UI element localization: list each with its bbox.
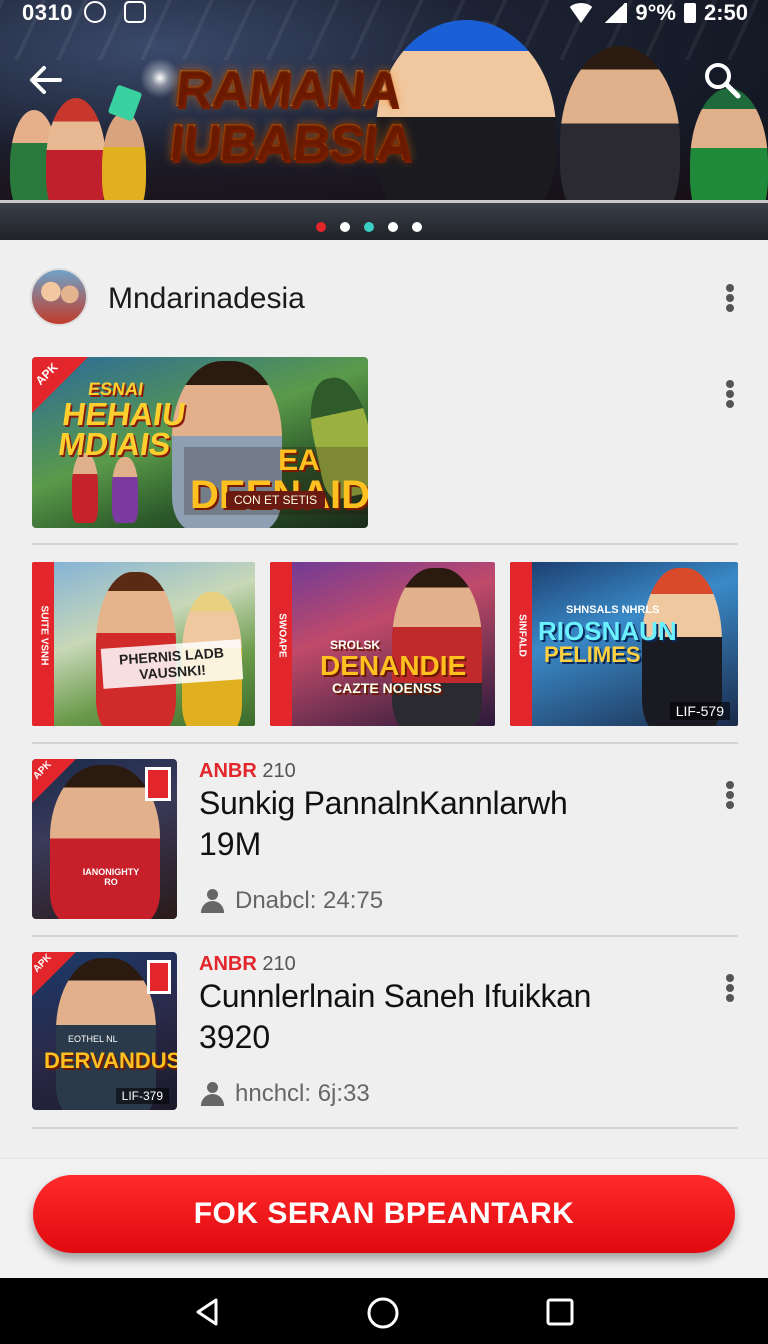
clock: 2:50 [703, 0, 748, 25]
featured-thumbnail[interactable]: APK ESNAI HEHAIU MDIAIS EA DEENAIDIS CON… [32, 357, 368, 528]
more-vert-icon [726, 380, 734, 388]
banner-title: RAMANA IUBABSIA [166, 60, 421, 172]
divider [32, 742, 738, 744]
thumbnail-caption: DERVANDUS [44, 1048, 177, 1073]
nav-back-button[interactable] [192, 1296, 224, 1328]
battery-icon [683, 3, 696, 23]
carousel-card[interactable]: SWOAPE SROLSK DENANDIE CAZTE NOENSS [270, 562, 495, 726]
video-sub-text: hnchcl: 6j:33 [235, 1080, 370, 1107]
carousel-card[interactable]: SUITE VSNH PHERNIS LADB VAUSNKI! [32, 562, 255, 726]
app-notification-icon [124, 1, 147, 23]
page-dot[interactable] [412, 222, 422, 232]
page-dot[interactable] [316, 222, 326, 232]
thumbnail-caption: IANONIGHTY RO [82, 867, 140, 887]
card-stripe-text: SWOAPE [276, 613, 288, 658]
signal-icon [603, 3, 628, 23]
card-subtitle: SHNSALS NHRLS [566, 604, 660, 616]
channel-more-button[interactable] [718, 278, 742, 318]
status-left: 0310 [22, 0, 147, 26]
video-count: 19M [199, 826, 262, 862]
nav-home-button[interactable] [366, 1296, 399, 1329]
video-title[interactable]: Sunkig PannalnKannlarwh [199, 785, 568, 822]
divider [32, 543, 738, 545]
system-nav-bar [0, 1278, 768, 1344]
carousel-card[interactable]: SINFALD SHNSALS NHRLS RIOSNAUN PELIMES L… [510, 562, 738, 726]
card-stripe-text: SUITE VSNH [38, 605, 50, 666]
channel-name[interactable]: Mndarinadesia [108, 282, 305, 316]
page-dot[interactable] [388, 222, 398, 232]
hero-banner[interactable]: RAMANA IUBABSIA [0, 0, 768, 240]
video-meta[interactable]: ANBR 210 Cunnlerlnain Saneh Ifuikkan 392… [199, 953, 591, 1108]
banner-page-indicator[interactable] [316, 222, 422, 232]
card-title: DENANDIE [320, 650, 467, 681]
video-subline: Dnabcl: 24:75 [199, 887, 567, 915]
video-subline: hnchcl: 6j:33 [199, 1080, 591, 1108]
divider [32, 935, 738, 937]
character-figure [392, 568, 482, 726]
page-dot[interactable] [364, 222, 374, 232]
character-figure [72, 453, 98, 523]
square-recents-icon [546, 1298, 574, 1326]
user-icon [199, 889, 225, 913]
card-tag: LIF-579 [669, 702, 730, 720]
thumbnail-tag: LIF-379 [115, 1088, 169, 1104]
notification-icon [83, 1, 106, 23]
more-vert-icon [726, 781, 734, 789]
card-title-secondary: CAZTE NOENSS [332, 680, 442, 696]
triangle-back-icon [196, 1298, 218, 1326]
card-stripe-text: SINFALD [516, 614, 528, 657]
channel-row[interactable]: Mndarinadesia [30, 268, 740, 332]
nav-recents-button[interactable] [544, 1296, 576, 1328]
battery-text: 9°% [635, 0, 676, 25]
video-sub-text: Dnabcl: 24:75 [235, 887, 384, 914]
status-right: 9°% 2:50 [567, 0, 748, 26]
search-icon [705, 63, 741, 99]
page-dot[interactable] [340, 222, 350, 232]
user-icon [199, 1082, 225, 1106]
card-prop [107, 84, 143, 122]
video-more-button[interactable] [718, 968, 742, 1008]
channel-avatar[interactable] [30, 268, 88, 326]
primary-cta-button[interactable]: FOK SERAN BPEANTARK [33, 1175, 735, 1253]
character-figure [112, 457, 138, 523]
thumbnail-top-text: EOTHEL NL [68, 1034, 118, 1044]
video-meta[interactable]: ANBR 210 Sunkig PannalnKannlarwh 19M Dna… [199, 760, 568, 915]
more-vert-icon [726, 974, 734, 982]
video-count: 3920 [199, 1019, 271, 1055]
featured-subtitle: CON ET SETIS [226, 491, 326, 509]
badge-icon [145, 767, 171, 801]
circle-home-icon [367, 1297, 399, 1329]
video-title[interactable]: Cunnlerlnain Saneh Ifuikkan [199, 978, 591, 1015]
badge-icon [147, 960, 171, 994]
video-thumbnail[interactable]: EOTHEL NL DERVANDUS LIF-379 APK [32, 952, 177, 1110]
status-bar: 0310 9°% 2:50 [0, 0, 768, 28]
arrow-left-icon [30, 66, 62, 94]
race-track [0, 200, 768, 240]
card-title-secondary: PELIMES [544, 642, 641, 667]
video-category: ANBR 210 [199, 953, 296, 975]
video-thumbnail[interactable]: IANONIGHTY RO APK [32, 759, 177, 919]
featured-more-button[interactable] [718, 374, 742, 414]
wifi-icon [567, 3, 596, 23]
video-category: ANBR 210 [199, 760, 296, 782]
more-vert-icon [726, 284, 734, 292]
search-button[interactable] [700, 58, 744, 102]
status-text: 0310 [22, 0, 73, 25]
back-button[interactable] [26, 58, 70, 102]
divider [32, 1127, 738, 1129]
video-more-button[interactable] [718, 775, 742, 815]
